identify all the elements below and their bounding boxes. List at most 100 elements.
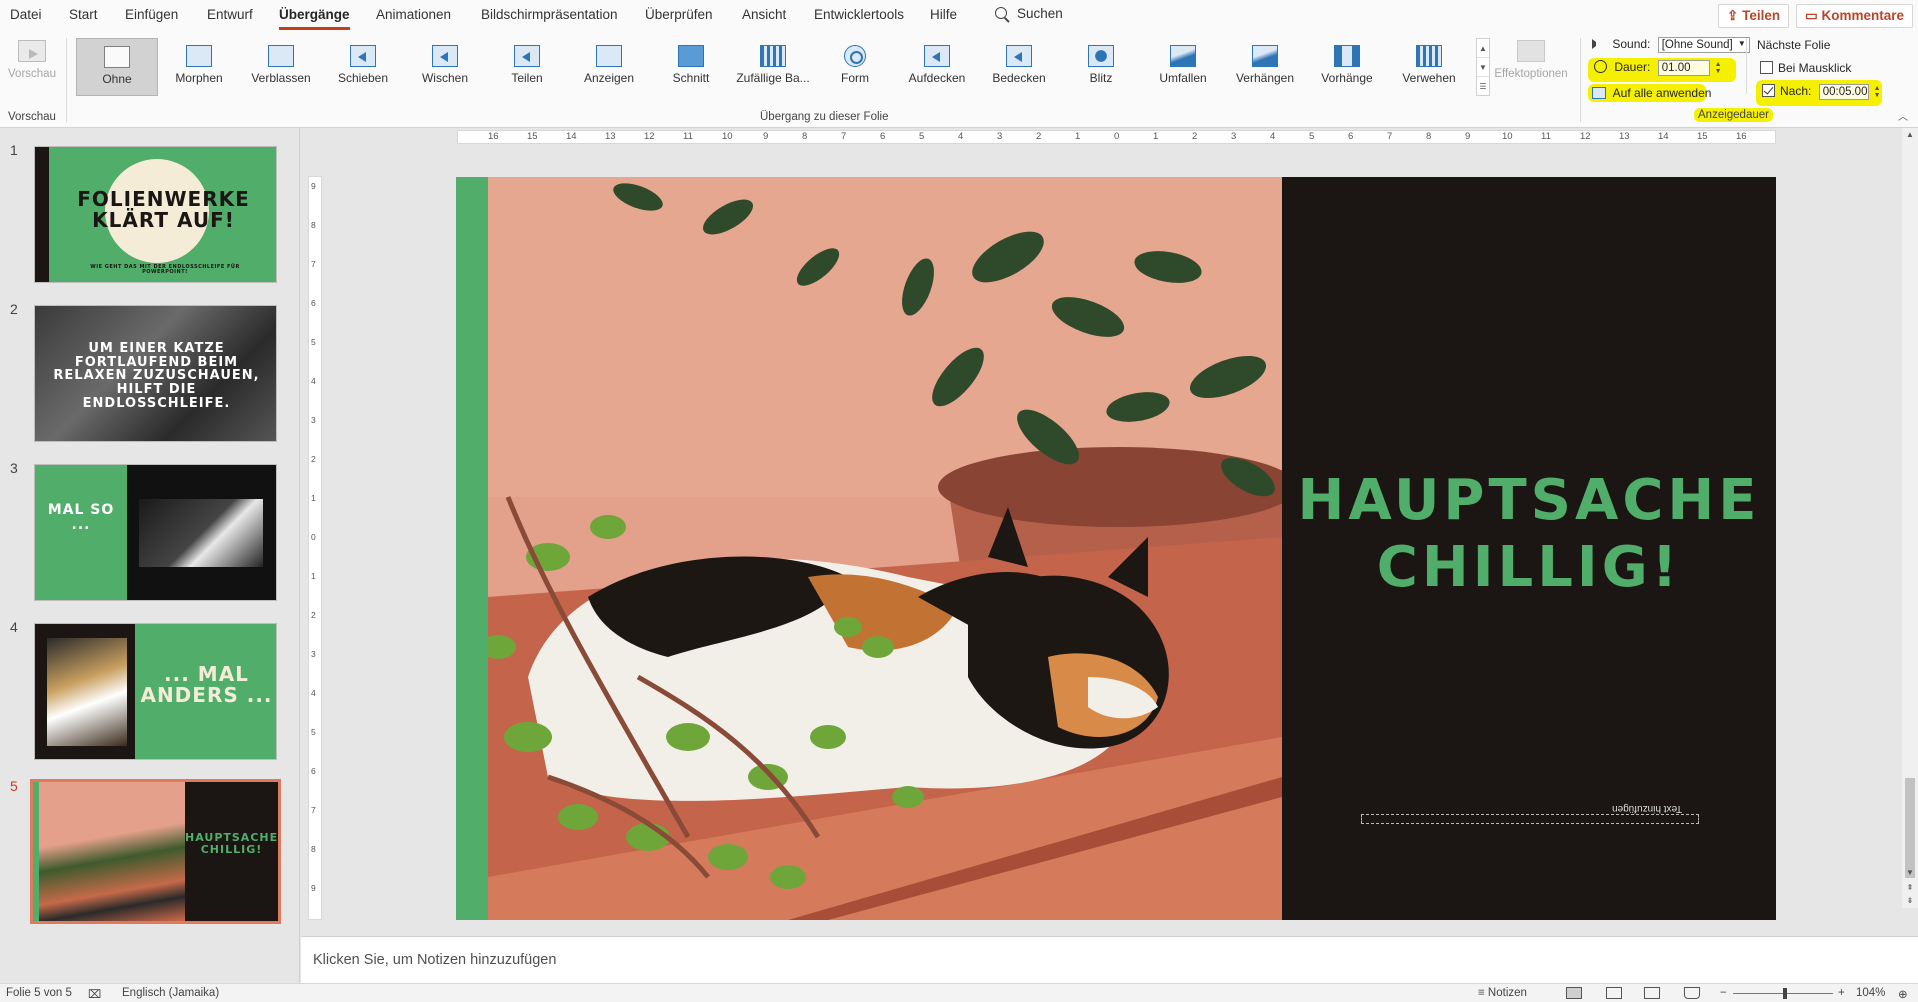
preview-button[interactable]: Vorschau: [4, 38, 60, 98]
horizontal-ruler[interactable]: 16 15 14 13 12 11 10 9 8 7 6 5 4 3 2 1 0…: [457, 130, 1776, 144]
ruler-tick-label: 2: [1036, 131, 1042, 142]
transition-label: Schieben: [337, 71, 389, 85]
after-stepper[interactable]: ▲ ▼: [1872, 85, 1882, 99]
apply-all-row[interactable]: Auf alle anwenden: [1588, 84, 1711, 102]
menu-uebergaenge[interactable]: Übergänge: [279, 7, 350, 30]
notes-pane[interactable]: Klicken Sie, um Notizen hinzuzufügen: [301, 936, 1918, 983]
sound-select[interactable]: [Ohne Sound] ▼: [1657, 37, 1750, 53]
zoom-out-icon[interactable]: −: [1720, 987, 1727, 999]
notes-toggle[interactable]: ≡ Notizen: [1478, 987, 1527, 999]
vertical-scrollbar[interactable]: ▲ ▼ ⇞ ⇟: [1902, 128, 1918, 908]
slideshow-icon[interactable]: [1684, 987, 1700, 999]
on-click-checkbox[interactable]: [1760, 61, 1773, 74]
gallery-more-icon[interactable]: ☰: [1477, 77, 1489, 96]
transition-form[interactable]: Form: [814, 38, 896, 96]
apply-all-label: Auf alle anwenden: [1612, 86, 1712, 100]
slide-thumbnail-1[interactable]: FOLIENWERKE KLÄRT AUF! WIE GEHT DAS MIT …: [34, 146, 277, 283]
transition-verblassen[interactable]: Verblassen: [240, 38, 322, 96]
transition-curtains-icon: [1334, 45, 1360, 67]
duration-stepper[interactable]: ▲ ▼: [1713, 61, 1723, 75]
menu-ansicht[interactable]: Ansicht: [742, 7, 786, 22]
transition-schieben[interactable]: Schieben: [322, 38, 404, 96]
effect-options-button[interactable]: Effektoptionen: [1490, 38, 1572, 98]
vertical-ruler[interactable]: 9 8 7 6 5 4 3 2 1 0 1 2 3 4 5 6 7 8 9: [308, 176, 322, 920]
search-box[interactable]: Suchen: [995, 6, 1063, 21]
ruler-tick-label: 3: [1231, 131, 1237, 142]
transition-split-icon: [514, 45, 540, 67]
gallery-up-icon[interactable]: ▲: [1477, 39, 1489, 58]
reading-view-icon[interactable]: [1644, 987, 1660, 999]
transition-bedecken[interactable]: Bedecken: [978, 38, 1060, 96]
transition-label: Anzeigen: [583, 71, 635, 85]
on-click-row[interactable]: Bei Mausklick: [1760, 61, 1851, 75]
transition-teilen[interactable]: Teilen: [486, 38, 568, 96]
share-button[interactable]: ⇪ Teilen: [1718, 4, 1790, 28]
timing-group-label: Anzeigedauer: [1694, 108, 1773, 122]
slide-thumbnail-3[interactable]: MAL SO ...: [34, 464, 277, 601]
slide-green-strip: [456, 177, 488, 920]
transition-label: Ohne: [102, 72, 132, 86]
transition-vorhaenge[interactable]: Vorhänge: [1306, 38, 1388, 96]
ruler-tick-label: 5: [919, 131, 925, 142]
transition-label: Aufdecken: [908, 71, 966, 85]
menu-entwicklertools[interactable]: Entwicklertools: [814, 7, 904, 22]
gallery-scroll[interactable]: ▲ ▼ ☰: [1476, 38, 1490, 96]
transition-wischen[interactable]: Wischen: [404, 38, 486, 96]
slide-title[interactable]: HAUPTSACHE CHILLIG!: [1282, 467, 1776, 601]
zoom-slider-thumb[interactable]: [1783, 988, 1787, 999]
comments-button[interactable]: ▭ Kommentare: [1796, 4, 1914, 28]
previous-slide-icon[interactable]: ⇞: [1902, 883, 1918, 892]
transition-anzeigen[interactable]: Anzeigen: [568, 38, 650, 96]
collapse-ribbon-icon[interactable]: ︿: [1898, 108, 1908, 123]
transition-ohne[interactable]: Ohne: [76, 38, 158, 96]
transition-label: Teilen: [511, 71, 543, 85]
thumb-subtitle: WIE GEHT DAS MIT DER ENDLOSSCHLEIFE FÜR …: [90, 264, 240, 276]
transition-zufaellige-balken[interactable]: Zufällige Ba...: [732, 38, 814, 96]
menu-einfuegen[interactable]: Einfügen: [125, 7, 178, 22]
menu-datei[interactable]: Datei: [10, 7, 42, 22]
fit-to-window-icon[interactable]: ⊕: [1898, 987, 1908, 1001]
transition-morphen[interactable]: Morphen: [158, 38, 240, 96]
scroll-up-icon[interactable]: ▲: [1902, 130, 1918, 139]
language-indicator[interactable]: Englisch (Jamaika): [122, 987, 219, 999]
thumb-title: FOLIENWERKE KLÄRT AUF!: [77, 187, 250, 232]
zoom-level[interactable]: 104%: [1856, 987, 1885, 999]
slide-canvas[interactable]: HAUPTSACHE CHILLIG! Text hinzufügen: [456, 177, 1776, 920]
menu-start[interactable]: Start: [69, 7, 98, 22]
slide-thumbnail-5[interactable]: HAUPTSACHE CHILLIG!: [30, 779, 281, 924]
menu-animationen[interactable]: Animationen: [376, 7, 451, 22]
transition-blitz[interactable]: Blitz: [1060, 38, 1142, 96]
text-placeholder-box[interactable]: [1361, 814, 1699, 824]
slide-sorter-icon[interactable]: [1606, 987, 1622, 999]
ruler-tick-label: 11: [683, 131, 693, 142]
transition-label: Bedecken: [992, 71, 1046, 85]
scroll-down-icon[interactable]: ▼: [1902, 868, 1918, 877]
accessibility-icon[interactable]: ⌧: [88, 987, 101, 1001]
normal-view-icon[interactable]: [1566, 987, 1582, 999]
cat-photo[interactable]: [488, 177, 1282, 920]
menu-ueberpruefen[interactable]: Überprüfen: [645, 7, 713, 22]
transition-schnitt[interactable]: Schnitt: [650, 38, 732, 96]
transition-aufdecken[interactable]: Aufdecken: [896, 38, 978, 96]
transition-morph-icon: [186, 45, 212, 67]
thumb-title: ... MAL ANDERS ...: [140, 662, 273, 707]
duration-input[interactable]: 01.00: [1657, 60, 1710, 76]
menu-hilfe[interactable]: Hilfe: [930, 7, 957, 22]
menu-bildschirmpraesentation[interactable]: Bildschirmpräsentation: [481, 7, 618, 22]
duration-row: Dauer: 01.00 ▲ ▼: [1588, 58, 1736, 82]
menu-entwurf[interactable]: Entwurf: [207, 7, 253, 22]
scroll-thumb[interactable]: [1905, 778, 1915, 878]
ruler-tick-label: 10: [722, 131, 733, 142]
zoom-in-icon[interactable]: +: [1838, 987, 1845, 999]
slide-thumbnail-4[interactable]: ... MAL ANDERS ...: [34, 623, 277, 760]
ruler-tick-label: 3: [311, 415, 316, 425]
transition-verhaengen[interactable]: Verhängen: [1224, 38, 1306, 96]
transition-label: Vorhänge: [1321, 71, 1373, 85]
gallery-down-icon[interactable]: ▼: [1477, 58, 1489, 77]
next-slide-icon[interactable]: ⇟: [1902, 896, 1918, 905]
after-input[interactable]: 00:05.00: [1818, 84, 1869, 100]
transition-verwehen[interactable]: Verwehen: [1388, 38, 1470, 96]
slide-thumbnail-2[interactable]: UM EINER KATZE FORTLAUFEND BEIM RELAXEN …: [34, 305, 277, 442]
transition-umfallen[interactable]: Umfallen: [1142, 38, 1224, 96]
after-checkbox[interactable]: [1762, 84, 1775, 98]
